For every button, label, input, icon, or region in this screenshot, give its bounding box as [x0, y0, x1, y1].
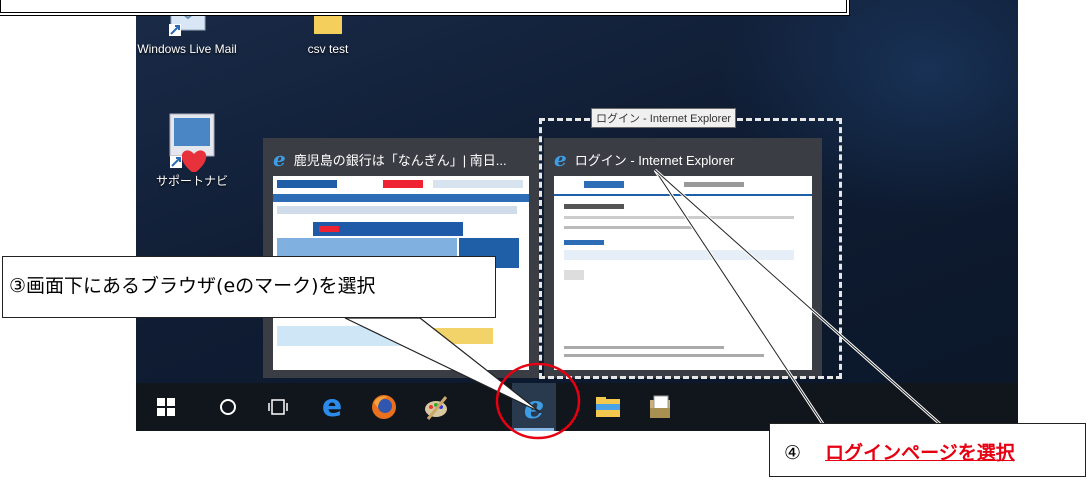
callout-step3-text: ③画面下にあるブラウザ(eのマーク)を選択 — [9, 275, 376, 297]
annotation-overlay — [344, 168, 941, 440]
callout-step4-number: ④ — [784, 442, 802, 464]
highlight-circle — [495, 362, 581, 440]
callout-step3: ③画面下にあるブラウザ(eのマーク)を選択 — [2, 256, 496, 318]
callout3-pointer — [344, 317, 541, 413]
callout-step4: ④ ログインページを選択 — [769, 423, 1086, 477]
callout-step4-link[interactable]: ログインページを選択 — [825, 442, 1015, 464]
